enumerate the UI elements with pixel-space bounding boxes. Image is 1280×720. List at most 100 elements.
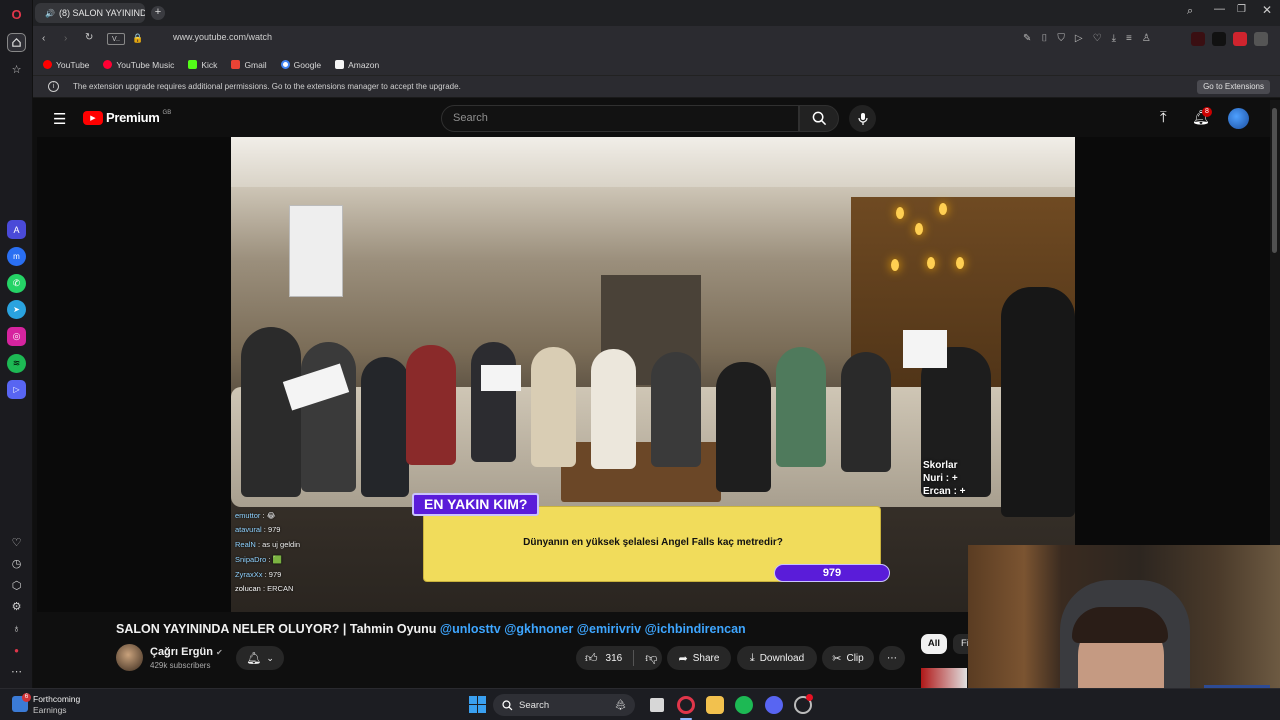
- tab-strip: 🔊 (8) SALON YAYININDA + ⌕ — ❐ ✕: [33, 0, 1280, 26]
- search-button[interactable]: [799, 105, 839, 132]
- logo-text: Premium: [106, 110, 160, 125]
- video-frame[interactable]: emuttor : 😂 atavural : 979 RealN : as uj…: [231, 137, 1075, 612]
- bookmark-label: Google: [293, 59, 322, 70]
- like-icon[interactable]: 👍︎: [585, 651, 598, 666]
- person: [591, 349, 636, 469]
- telegram-icon[interactable]: ➤: [7, 300, 26, 319]
- widget-subtitle[interactable]: Earnings: [33, 705, 67, 715]
- extension-infobar: i The extension upgrade requires additio…: [33, 76, 1280, 98]
- logo-region: GB: [162, 110, 172, 116]
- reload-icon[interactable]: ↻: [85, 32, 93, 43]
- camera-icon[interactable]: ⌷: [1041, 33, 1047, 44]
- aria-icon[interactable]: A: [7, 220, 26, 239]
- like-count[interactable]: 316: [606, 653, 623, 664]
- heart-outline-icon[interactable]: ♡: [1093, 33, 1102, 44]
- more-actions-button[interactable]: ⋯: [879, 646, 905, 670]
- pendant-light: [939, 203, 947, 215]
- youtube-premium-logo[interactable]: ▶ Premium GB: [83, 110, 171, 125]
- share-icon: ➦: [678, 652, 688, 665]
- download-button[interactable]: ⤓ Download: [737, 646, 817, 670]
- chip-all[interactable]: All: [921, 634, 947, 654]
- dislike-icon[interactable]: 👎︎: [645, 651, 657, 666]
- tab-youtube[interactable]: 🔊 (8) SALON YAYININDA: [35, 3, 145, 23]
- lock-icon: 🔒: [132, 33, 144, 43]
- scissors-icon: ✂: [832, 652, 842, 665]
- history-icon[interactable]: ◷: [7, 554, 26, 573]
- back-icon[interactable]: ‹: [42, 33, 45, 44]
- site-info-badge[interactable]: V..: [107, 33, 125, 45]
- play-icon[interactable]: ▷: [1075, 33, 1083, 44]
- avatar[interactable]: [1228, 108, 1249, 129]
- channel-avatar[interactable]: [116, 644, 143, 671]
- person: [531, 347, 576, 467]
- menu-icon[interactable]: ≡: [1126, 33, 1132, 44]
- extension-3-icon[interactable]: [1233, 32, 1247, 46]
- shield-icon[interactable]: ⛉: [1057, 33, 1065, 44]
- whatsapp-icon[interactable]: ✆: [7, 274, 26, 293]
- file-explorer-icon[interactable]: [706, 696, 724, 714]
- vpn-icon[interactable]: ●: [7, 641, 26, 660]
- forward-icon[interactable]: ›: [64, 33, 67, 44]
- bookmark-amazon[interactable]: Amazon: [335, 60, 379, 70]
- bookmark-youtube[interactable]: YouTube: [43, 60, 89, 70]
- new-tab-button[interactable]: +: [151, 6, 165, 20]
- youtube-logo-icon: ▶: [83, 110, 103, 125]
- notification-dot: [806, 694, 813, 701]
- close-icon[interactable]: ✕: [1262, 3, 1272, 17]
- player-icon[interactable]: ▷: [7, 380, 26, 399]
- search-tabs-icon[interactable]: ⌕: [1187, 5, 1193, 18]
- home-icon[interactable]: [7, 33, 26, 52]
- hamburger-menu-icon[interactable]: ☰: [53, 110, 66, 128]
- discord-taskbar-icon[interactable]: [765, 696, 783, 714]
- spotify-icon[interactable]: ≋: [7, 354, 26, 373]
- account-icon[interactable]: ♙: [1142, 33, 1151, 44]
- infobar-text: The extension upgrade requires additiona…: [73, 82, 461, 91]
- bookmark-google[interactable]: Google: [280, 59, 322, 70]
- windows-start-icon[interactable]: [469, 696, 486, 713]
- bookmark-kick[interactable]: Kick: [188, 60, 217, 70]
- bookmark-gmail[interactable]: Gmail: [231, 60, 267, 70]
- star-icon[interactable]: ☆: [7, 60, 26, 79]
- extension-1-icon[interactable]: [1191, 32, 1205, 46]
- chat-message: emuttor : 😂: [235, 511, 276, 520]
- bulb-icon[interactable]: ♁: [7, 619, 26, 638]
- task-view-icon[interactable]: [648, 696, 666, 714]
- scrollbar-thumb[interactable]: [1272, 108, 1277, 253]
- taskbar-search[interactable]: Search 🌲︎: [493, 694, 635, 716]
- recommended-thumbnail[interactable]: [921, 668, 967, 688]
- person: [301, 342, 356, 492]
- windows-taskbar: 6 Forthcoming Earnings Search 🌲︎: [0, 688, 1280, 720]
- maximize-icon[interactable]: ❐: [1237, 4, 1246, 15]
- instagram-icon[interactable]: ◎: [7, 327, 26, 346]
- spotify-taskbar-icon[interactable]: [735, 696, 753, 714]
- tab-title: (8) SALON YAYININDA: [58, 8, 145, 18]
- notification-bell-button[interactable]: 🔔︎ ⌄: [236, 646, 284, 670]
- extensions-icon[interactable]: [1254, 32, 1268, 46]
- channel-name[interactable]: Çağrı Ergün ✔: [150, 646, 223, 658]
- messenger-icon[interactable]: m: [7, 247, 26, 266]
- bookmark-youtube-music[interactable]: YouTube Music: [103, 60, 174, 70]
- person: [1001, 287, 1075, 517]
- go-to-extensions-button[interactable]: Go to Extensions: [1197, 80, 1270, 94]
- pendant-light: [915, 223, 923, 235]
- google-icon: [280, 60, 290, 69]
- voice-search-button[interactable]: [849, 105, 876, 132]
- clip-button[interactable]: ✂ Clip: [822, 646, 874, 670]
- extension-2-icon[interactable]: [1212, 32, 1226, 46]
- edit-icon[interactable]: ✎: [1023, 33, 1031, 44]
- opera-logo-icon[interactable]: O: [7, 5, 26, 24]
- opera-taskbar-icon[interactable]: [677, 696, 695, 714]
- widget-title[interactable]: Forthcoming: [33, 694, 80, 704]
- upload-icon[interactable]: ⤒: [1160, 109, 1167, 126]
- video-mentions[interactable]: @unlosttv @gkhnoner @emirivriv @ichbindi…: [440, 622, 746, 636]
- search-input[interactable]: Search: [441, 105, 799, 132]
- download-icon[interactable]: ⤓: [1112, 33, 1116, 44]
- settings-icon[interactable]: ⚙: [7, 597, 26, 616]
- more-icon[interactable]: ⋯: [7, 662, 26, 681]
- minimize-icon[interactable]: —: [1214, 3, 1225, 15]
- heart-icon[interactable]: ♡: [7, 533, 26, 552]
- cube-icon[interactable]: ⬡: [7, 576, 26, 595]
- share-button[interactable]: ➦ Share: [667, 646, 731, 670]
- video-player[interactable]: emuttor : 😂 atavural : 979 RealN : as uj…: [37, 137, 1270, 612]
- url-field[interactable]: www.youtube.com/watch: [173, 32, 272, 42]
